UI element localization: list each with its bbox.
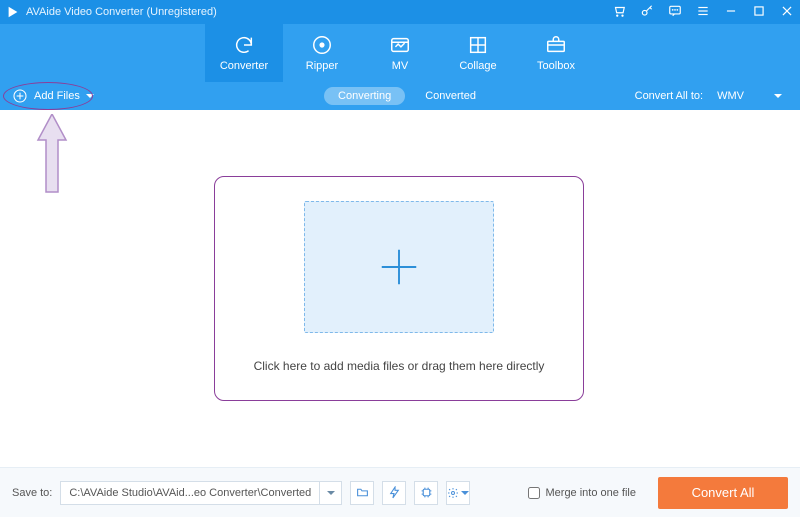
drop-card[interactable]: Click here to add media files or drag th… xyxy=(214,176,584,401)
cart-icon[interactable] xyxy=(612,4,626,21)
merge-checkbox-input[interactable] xyxy=(528,487,540,499)
titlebar: AVAide Video Converter (Unregistered) xyxy=(0,0,800,24)
tab-converted[interactable]: Converted xyxy=(425,90,476,102)
folder-icon xyxy=(356,486,369,499)
footer: Save to: C:\AVAide Studio\AVAid...eo Con… xyxy=(0,467,800,517)
minimize-icon[interactable] xyxy=(724,4,738,21)
lightning-settings-button[interactable] xyxy=(382,481,406,505)
main-nav: Converter Ripper MV Collage Toolbox xyxy=(0,24,800,82)
key-icon[interactable] xyxy=(640,4,654,21)
add-files-label: Add Files xyxy=(34,90,80,102)
chevron-down-icon xyxy=(774,94,782,98)
nav-label: Toolbox xyxy=(537,60,575,72)
content-area: Click here to add media files or drag th… xyxy=(0,110,800,447)
nav-ripper[interactable]: Ripper xyxy=(283,24,361,82)
nav-converter[interactable]: Converter xyxy=(205,24,283,82)
convert-all-button[interactable]: Convert All xyxy=(658,477,788,509)
nav-mv[interactable]: MV xyxy=(361,24,439,82)
gpu-toggle-button[interactable] xyxy=(414,481,438,505)
chevron-down-icon xyxy=(86,94,94,98)
plus-circle-icon xyxy=(12,88,28,104)
save-to-path: C:\AVAide Studio\AVAid...eo Converter\Co… xyxy=(61,487,319,499)
maximize-icon[interactable] xyxy=(752,4,766,21)
drop-instruction: Click here to add media files or drag th… xyxy=(254,359,545,373)
nav-label: Converter xyxy=(220,60,268,72)
save-path-dropdown[interactable] xyxy=(319,482,341,504)
add-files-button[interactable]: Add Files xyxy=(12,88,94,104)
feedback-icon[interactable] xyxy=(668,4,682,21)
chip-icon xyxy=(420,486,433,499)
nav-toolbox[interactable]: Toolbox xyxy=(517,24,595,82)
close-icon[interactable] xyxy=(780,4,794,21)
tab-converting[interactable]: Converting xyxy=(324,87,405,105)
merge-label: Merge into one file xyxy=(546,487,637,499)
nav-label: Collage xyxy=(459,60,496,72)
nav-label: MV xyxy=(392,60,409,72)
sub-bar: Add Files Converting Converted Convert A… xyxy=(0,82,800,110)
app-logo-icon xyxy=(6,5,20,19)
convert-all-to-label: Convert All to: xyxy=(635,90,703,102)
open-folder-button[interactable] xyxy=(350,481,374,505)
chevron-down-icon xyxy=(327,491,335,495)
lightning-icon xyxy=(388,486,401,499)
drop-area[interactable] xyxy=(304,201,494,333)
app-title: AVAide Video Converter (Unregistered) xyxy=(26,6,217,18)
convert-all-format-value: WMV xyxy=(717,90,744,102)
convert-all-format-select[interactable]: WMV xyxy=(711,88,788,104)
nav-collage[interactable]: Collage xyxy=(439,24,517,82)
menu-icon[interactable] xyxy=(696,4,710,21)
save-to-path-box[interactable]: C:\AVAide Studio\AVAid...eo Converter\Co… xyxy=(60,481,342,505)
settings-button[interactable] xyxy=(446,481,470,505)
nav-label: Ripper xyxy=(306,60,338,72)
save-to-label: Save to: xyxy=(12,487,52,499)
plus-icon xyxy=(376,244,422,290)
gear-icon xyxy=(447,487,459,499)
chevron-down-icon xyxy=(461,491,469,495)
merge-checkbox[interactable]: Merge into one file xyxy=(528,487,637,499)
